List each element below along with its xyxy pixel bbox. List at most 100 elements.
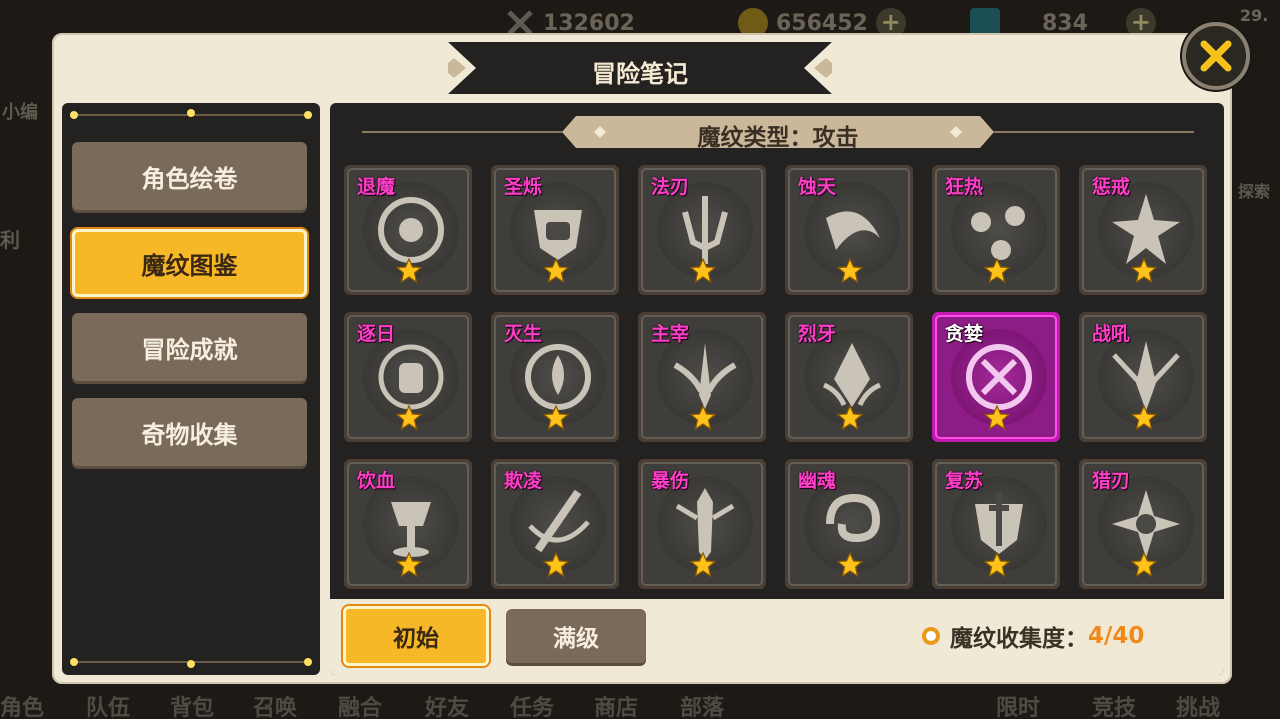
star-icon xyxy=(396,405,422,431)
menu-curio-collection[interactable]: 奇物收集 xyxy=(72,398,307,466)
rune-name: 圣烁 xyxy=(504,176,543,198)
rune-card-inner: 幽魂 xyxy=(788,462,910,586)
nav-item[interactable]: 任务 xyxy=(510,690,554,719)
star-icon xyxy=(543,405,569,431)
bg-right-text: 探索 xyxy=(1238,182,1271,201)
rune-card[interactable]: 战吼 xyxy=(1079,312,1207,442)
dialog-title: 冒险笔记 xyxy=(592,60,688,88)
nav-item[interactable]: 限时 xyxy=(996,690,1040,719)
rune-name: 幽魂 xyxy=(798,470,837,492)
crossed-swords-close-icon xyxy=(1200,40,1232,72)
menu-adventure-achievements[interactable]: 冒险成就 xyxy=(72,313,307,381)
rune-type-banner: 魔纹类型：攻击 xyxy=(362,112,1194,152)
rune-card[interactable]: 烈牙 xyxy=(785,312,913,442)
rune-name: 蚀天 xyxy=(798,176,837,198)
star-icon xyxy=(690,405,716,431)
star-icon xyxy=(1131,552,1157,578)
star-icon xyxy=(690,552,716,578)
rune-type-label: 魔纹类型：攻击 xyxy=(697,125,859,151)
rune-card[interactable]: 惩戒 xyxy=(1079,165,1207,295)
nav-item[interactable]: 融合 xyxy=(338,690,382,719)
rune-card-inner: 蚀天 xyxy=(788,168,910,292)
rune-card[interactable]: 饮血 xyxy=(344,459,472,589)
menu-character-scroll[interactable]: 角色绘卷 xyxy=(72,142,307,210)
star-icon xyxy=(543,552,569,578)
star-icon xyxy=(690,258,716,284)
rune-card-inner: 惩戒 xyxy=(1082,168,1204,292)
nav-item[interactable]: 挑战 xyxy=(1176,690,1220,719)
rune-name: 复苏 xyxy=(945,470,984,492)
max-level-button[interactable]: 满级 xyxy=(506,609,646,663)
top-right-text: 29. xyxy=(1240,6,1269,25)
star-icon xyxy=(837,258,863,284)
rune-card-inner: 灭生 xyxy=(494,315,616,439)
rune-card[interactable]: 主宰 xyxy=(638,312,766,442)
star-icon xyxy=(984,552,1010,578)
rune-name: 狂热 xyxy=(945,176,984,198)
nav-item[interactable]: 角色 xyxy=(0,690,44,719)
close-button[interactable] xyxy=(1182,22,1250,90)
rune-card-inner: 猎刃 xyxy=(1082,462,1204,586)
rune-name: 欺凌 xyxy=(504,470,543,492)
nav-item[interactable]: 背包 xyxy=(170,690,214,719)
rune-card[interactable]: 欺凌 xyxy=(491,459,619,589)
rune-card-inner: 烈牙 xyxy=(788,315,910,439)
nav-item[interactable]: 部落 xyxy=(680,690,724,719)
rune-name: 猎刃 xyxy=(1092,470,1131,492)
rune-card-inner: 退魔 xyxy=(347,168,469,292)
rune-card-inner: 狂热 xyxy=(935,168,1057,292)
star-icon xyxy=(396,552,422,578)
menu-bottom-ornament xyxy=(70,658,312,668)
collection-label: 魔纹收集度： xyxy=(950,626,1088,652)
rune-card[interactable]: 猎刃 xyxy=(1079,459,1207,589)
nav-item[interactable]: 好友 xyxy=(425,690,469,719)
rune-card[interactable]: 灭生 xyxy=(491,312,619,442)
rune-card-inner: 复苏 xyxy=(935,462,1057,586)
star-icon xyxy=(837,405,863,431)
rune-card[interactable]: 退魔 xyxy=(344,165,472,295)
star-icon xyxy=(984,405,1010,431)
nav-item[interactable]: 竞技 xyxy=(1092,690,1136,719)
star-icon xyxy=(543,258,569,284)
rune-name: 烈牙 xyxy=(798,323,837,345)
dialog-title-banner: 冒险笔记 xyxy=(448,42,832,94)
rune-card-inner: 逐日 xyxy=(347,315,469,439)
rune-card-inner: 法刃 xyxy=(641,168,763,292)
initial-level-button[interactable]: 初始 xyxy=(343,606,489,666)
rune-name: 惩戒 xyxy=(1092,176,1131,198)
menu-top-ornament xyxy=(70,109,312,119)
nav-item[interactable]: 商店 xyxy=(594,690,638,719)
rune-card-inner: 贪婪 xyxy=(935,315,1057,439)
rune-card-inner: 暴伤 xyxy=(641,462,763,586)
nav-item[interactable]: 召唤 xyxy=(253,690,297,719)
rune-card[interactable]: 法刃 xyxy=(638,165,766,295)
rune-card[interactable]: 贪婪 xyxy=(932,312,1060,442)
rune-name: 逐日 xyxy=(357,323,396,345)
rune-name: 法刃 xyxy=(651,176,690,198)
rune-card[interactable]: 蚀天 xyxy=(785,165,913,295)
rune-card[interactable]: 逐日 xyxy=(344,312,472,442)
rune-name: 灭生 xyxy=(504,323,543,345)
rune-card[interactable]: 圣烁 xyxy=(491,165,619,295)
rune-card-inner: 饮血 xyxy=(347,462,469,586)
menu-rune-codex[interactable]: 魔纹图鉴 xyxy=(72,229,307,297)
collection-value: 4/40 xyxy=(1088,623,1145,649)
star-icon xyxy=(1131,405,1157,431)
rune-card[interactable]: 复苏 xyxy=(932,459,1060,589)
rune-name: 退魔 xyxy=(357,176,396,198)
rune-name: 战吼 xyxy=(1092,323,1131,345)
bottom-nav: 角色 队伍 背包 召唤 融合 好友 任务 商店 部落 限时 竞技 挑战 xyxy=(0,690,1280,719)
rune-card-inner: 圣烁 xyxy=(494,168,616,292)
rune-card[interactable]: 狂热 xyxy=(932,165,1060,295)
rune-card-inner: 战吼 xyxy=(1082,315,1204,439)
bg-left-text-2: 利 xyxy=(0,228,20,252)
rune-card[interactable]: 幽魂 xyxy=(785,459,913,589)
collection-progress: 魔纹收集度： 4/40 xyxy=(922,621,1145,652)
gem-value: 834 xyxy=(1042,10,1088,36)
star-icon xyxy=(396,258,422,284)
rune-card-inner: 主宰 xyxy=(641,315,763,439)
rune-name: 贪婪 xyxy=(945,323,984,345)
nav-item[interactable]: 队伍 xyxy=(86,690,130,719)
rune-card[interactable]: 暴伤 xyxy=(638,459,766,589)
coin-value: 656452 xyxy=(776,10,868,36)
